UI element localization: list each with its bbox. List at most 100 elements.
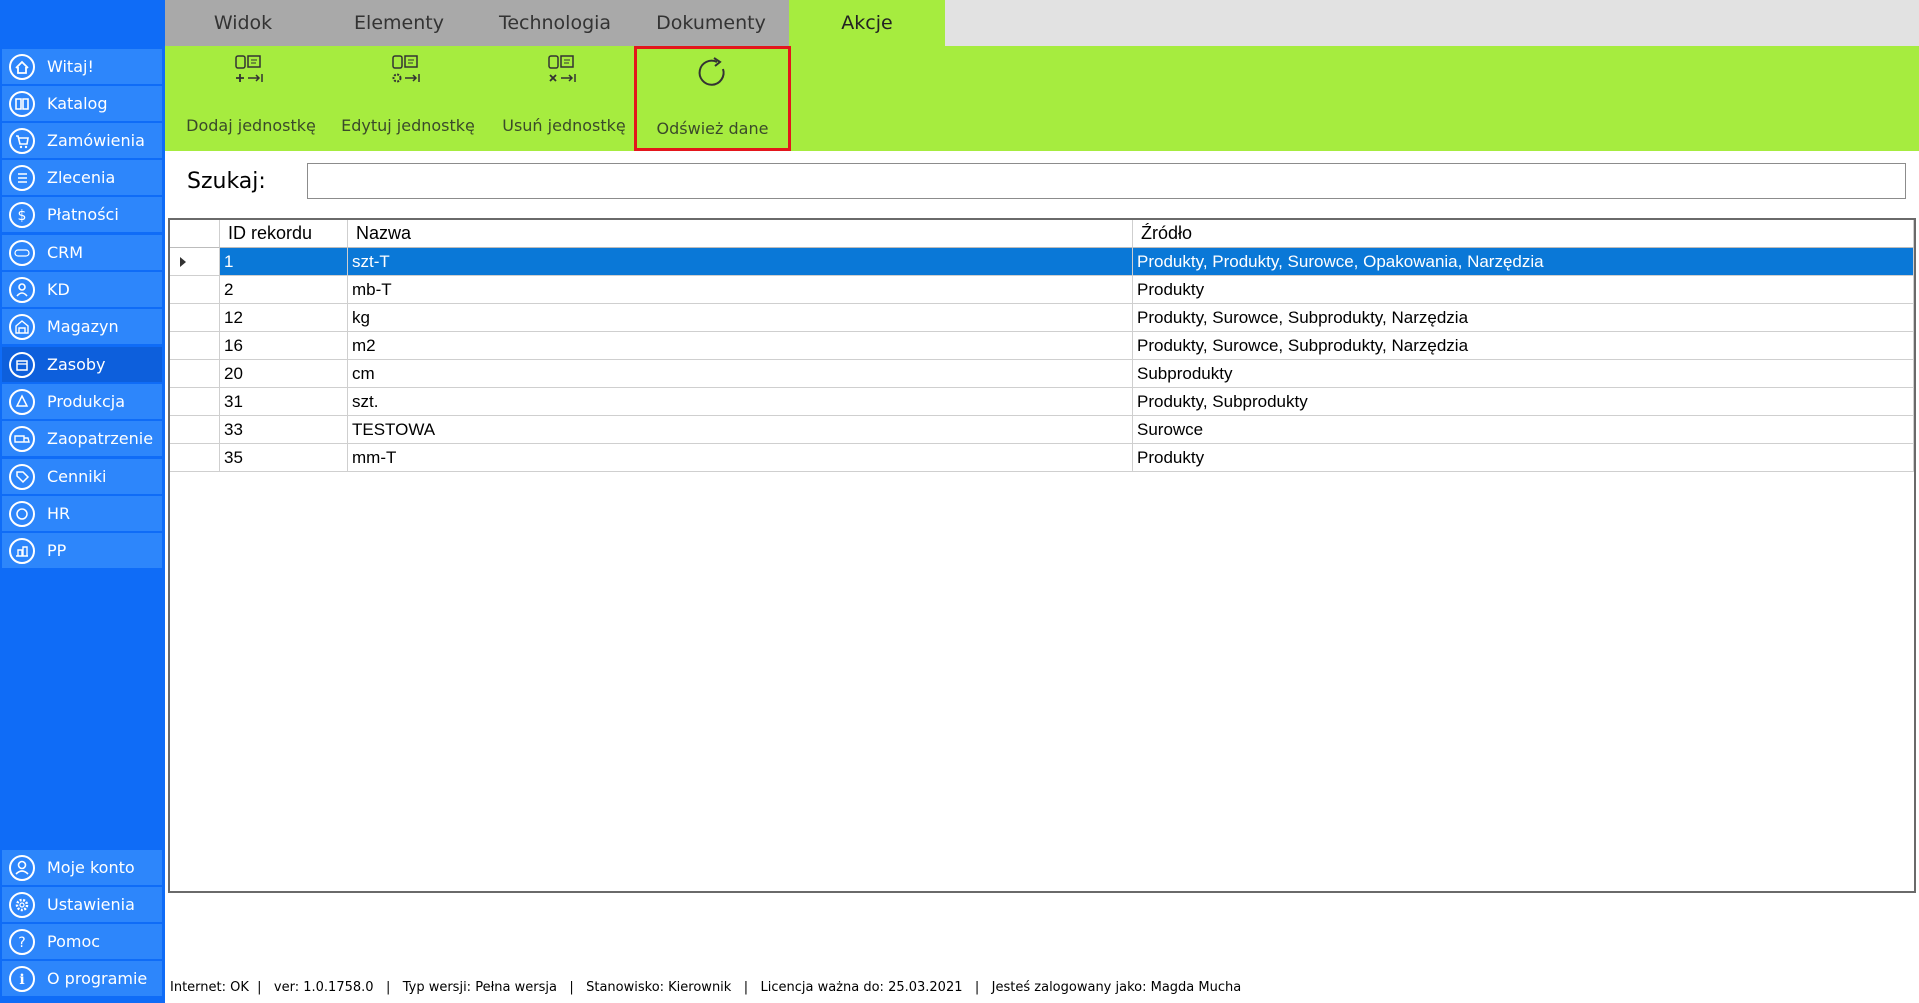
sidebar-item-o-programie[interactable]: i O programie	[2, 961, 162, 996]
refresh-data-button[interactable]: Odśwież dane	[634, 46, 791, 151]
row-selector[interactable]	[170, 248, 220, 276]
cell-source[interactable]: Produkty, Surowce, Subprodukty, Narzędzi…	[1133, 304, 1914, 332]
search-label: Szukaj:	[187, 169, 266, 194]
tag-icon	[9, 463, 35, 490]
table-row[interactable]: 20 cm Subprodukty	[170, 360, 1914, 388]
cell-source[interactable]: Produkty	[1133, 444, 1914, 472]
table-row[interactable]: 35 mm-T Produkty	[170, 444, 1914, 472]
info-icon: i	[9, 965, 35, 992]
sidebar-item-magazyn[interactable]: Magazyn	[2, 309, 162, 344]
sidebar-item-zlecenia[interactable]: Zlecenia	[2, 160, 162, 195]
logo-area	[0, 0, 165, 46]
sidebar-item-label: PP	[47, 541, 67, 560]
sidebar-item-cenniki[interactable]: Cenniki	[2, 459, 162, 494]
cell-name[interactable]: szt-T	[348, 248, 1133, 276]
dollar-icon: $	[9, 201, 35, 228]
cell-id[interactable]: 33	[220, 416, 348, 444]
cart-icon	[9, 127, 35, 154]
sidebar-item-label: Katalog	[47, 94, 108, 113]
svg-text:?: ?	[18, 935, 25, 951]
sidebar-item-moje-konto[interactable]: Moje konto	[2, 850, 162, 885]
sidebar-item-platnosci[interactable]: $ Płatności	[2, 197, 162, 232]
edit-unit-button[interactable]: Edytuj jednostkę	[337, 46, 479, 151]
cell-source[interactable]: Produkty, Surowce, Subprodukty, Narzędzi…	[1133, 332, 1914, 360]
cell-name[interactable]: cm	[348, 360, 1133, 388]
row-header-corner	[170, 220, 220, 248]
add-unit-label: Dodaj jednostkę	[186, 116, 316, 135]
cell-source[interactable]: Produkty, Produkty, Surowce, Opakowania,…	[1133, 248, 1914, 276]
row-selector[interactable]	[170, 444, 220, 472]
sidebar-item-label: Zamówienia	[47, 131, 145, 150]
add-unit-button[interactable]: Dodaj jednostkę	[180, 46, 322, 151]
user-icon	[9, 276, 35, 303]
table-row[interactable]: 31 szt. Produkty, Subprodukty	[170, 388, 1914, 416]
cell-id[interactable]: 31	[220, 388, 348, 416]
cell-source[interactable]: Surowce	[1133, 416, 1914, 444]
cell-id[interactable]: 16	[220, 332, 348, 360]
sidebar-item-label: Ustawienia	[47, 895, 135, 914]
tab-dokumenty[interactable]: Dokumenty	[633, 0, 789, 46]
sidebar-item-hr[interactable]: HR	[2, 496, 162, 531]
cell-source[interactable]: Subprodukty	[1133, 360, 1914, 388]
row-selector[interactable]	[170, 276, 220, 304]
sidebar-item-zaopatrzenie[interactable]: Zaopatrzenie	[2, 421, 162, 456]
table-row[interactable]: 16 m2 Produkty, Surowce, Subprodukty, Na…	[170, 332, 1914, 360]
row-selector[interactable]	[170, 388, 220, 416]
sidebar-item-katalog[interactable]: Katalog	[2, 86, 162, 121]
row-selector[interactable]	[170, 360, 220, 388]
current-row-arrow-icon	[180, 256, 186, 267]
sidebar-item-crm[interactable]: CRM	[2, 235, 162, 270]
table-row[interactable]: 33 TESTOWA Surowce	[170, 416, 1914, 444]
column-header-source[interactable]: Źródło	[1133, 220, 1914, 248]
column-header-name[interactable]: Nazwa	[348, 220, 1133, 248]
table-row[interactable]: 2 mb-T Produkty	[170, 276, 1914, 304]
cell-id[interactable]: 35	[220, 444, 348, 472]
cell-name[interactable]: szt.	[348, 388, 1133, 416]
cell-id[interactable]: 1	[220, 248, 348, 276]
home-icon	[9, 53, 35, 80]
table-header: ID rekordu Nazwa Źródło	[170, 220, 1914, 248]
tab-technologia[interactable]: Technologia	[477, 0, 633, 46]
delete-unit-button[interactable]: Usuń jednostkę	[493, 46, 635, 151]
sidebar: Witaj! Katalog Zamówienia Zlecenia $ Pła…	[0, 0, 165, 1003]
cell-source[interactable]: Produkty	[1133, 276, 1914, 304]
cell-name[interactable]: TESTOWA	[348, 416, 1133, 444]
table-row[interactable]: 1 szt-T Produkty, Produkty, Surowce, Opa…	[170, 248, 1914, 276]
sidebar-item-zasoby[interactable]: Zasoby	[2, 347, 162, 382]
svg-text:$: $	[18, 208, 27, 224]
sidebar-item-label: Cenniki	[47, 467, 107, 486]
book-icon	[9, 90, 35, 117]
sidebar-item-label: Zaopatrzenie	[47, 429, 154, 448]
sidebar-item-label: Witaj!	[47, 57, 94, 76]
tab-widok[interactable]: Widok	[165, 0, 321, 46]
row-selector[interactable]	[170, 416, 220, 444]
cell-source[interactable]: Produkty, Subprodukty	[1133, 388, 1914, 416]
sidebar-item-kd[interactable]: KD	[2, 272, 162, 307]
sidebar-item-pp[interactable]: PP	[2, 533, 162, 568]
row-selector[interactable]	[170, 304, 220, 332]
sidebar-item-ustawienia[interactable]: Ustawienia	[2, 887, 162, 922]
sidebar-item-label: Produkcja	[47, 392, 125, 411]
cell-id[interactable]: 12	[220, 304, 348, 332]
tab-bar: Widok Elementy Technologia Dokumenty Akc…	[165, 0, 1919, 46]
tab-akcje[interactable]: Akcje	[789, 0, 945, 46]
cell-name[interactable]: m2	[348, 332, 1133, 360]
tab-elementy[interactable]: Elementy	[321, 0, 477, 46]
sidebar-item-produkcja[interactable]: Produkcja	[2, 384, 162, 419]
sidebar-item-pomoc[interactable]: ? Pomoc	[2, 924, 162, 959]
warehouse-icon	[9, 313, 35, 340]
search-input[interactable]	[307, 163, 1906, 199]
cell-name[interactable]: mm-T	[348, 444, 1133, 472]
truck-icon	[9, 425, 35, 452]
sidebar-item-zamowienia[interactable]: Zamówienia	[2, 123, 162, 158]
row-selector[interactable]	[170, 332, 220, 360]
table-row[interactable]: 12 kg Produkty, Surowce, Subprodukty, Na…	[170, 304, 1914, 332]
cell-name[interactable]: mb-T	[348, 276, 1133, 304]
column-header-id[interactable]: ID rekordu	[220, 220, 348, 248]
hr-icon	[9, 500, 35, 527]
cell-id[interactable]: 20	[220, 360, 348, 388]
cell-name[interactable]: kg	[348, 304, 1133, 332]
units-table: ID rekordu Nazwa Źródło 1 szt-T Produkty…	[168, 218, 1916, 893]
cell-id[interactable]: 2	[220, 276, 348, 304]
sidebar-item-witaj[interactable]: Witaj!	[2, 49, 162, 84]
